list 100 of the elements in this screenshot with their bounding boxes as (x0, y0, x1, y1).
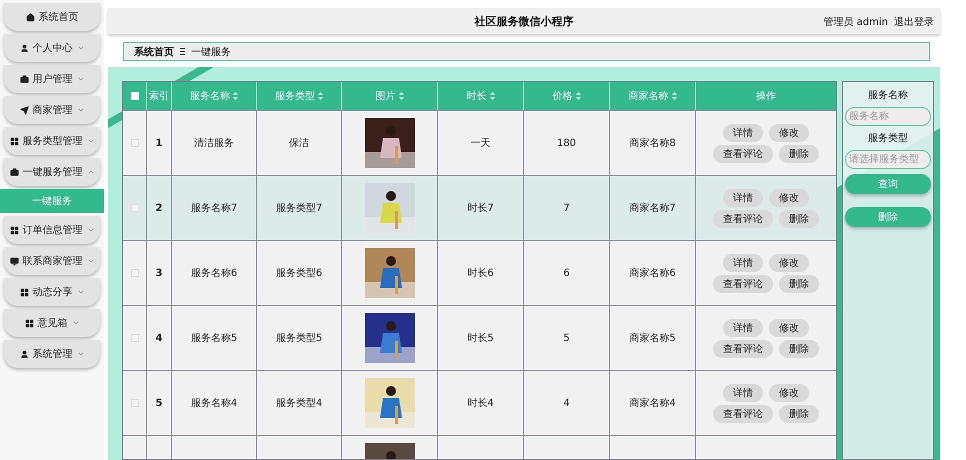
table-cell-text: 商家名称4 (629, 396, 676, 410)
chevron-down-icon (76, 106, 84, 114)
table-row[interactable]: 2 服务名称7 服务类型7 时长7 7 商家名称7 详情 修改 查看评论 删除 (123, 175, 836, 240)
breadcrumb-item[interactable]: 系统首页 (134, 44, 174, 58)
field-label: 服务名称 (868, 89, 908, 102)
sidebar-label: 服务类型管理 (22, 134, 82, 148)
action-button[interactable]: 查看评论 (713, 274, 773, 292)
action-button[interactable]: 查看评论 (713, 340, 773, 358)
table-cell-text: 服务名称4 (190, 397, 238, 410)
table-cell: 5 (156, 398, 162, 408)
sidebar-label: 意见箱 (38, 316, 68, 330)
sidebar-label: 系统首页 (38, 10, 78, 24)
table-cell-text: 商家名称8 (629, 136, 676, 150)
action-button[interactable]: 删除 (779, 404, 819, 422)
action-button[interactable]: 删除 (779, 210, 819, 228)
action-button[interactable]: 详情 (723, 188, 763, 206)
sidebar-item[interactable]: 个人中心 (4, 34, 100, 62)
action-button[interactable]: 查看评论 (713, 144, 773, 162)
column-header: 索引 (149, 90, 169, 103)
table-cell-text: 时长7 (467, 202, 494, 215)
table-cell: 5 (563, 332, 570, 344)
grid-icon (24, 318, 34, 328)
sidebar-item[interactable]: 订单信息管理 (4, 216, 100, 244)
table-cell-text: 清洁服务 (194, 136, 234, 150)
sidebar-label: 订单信息管理 (22, 224, 82, 237)
table-cell-text: 服务类型5 (276, 332, 322, 345)
sidebar-item[interactable]: 动态分享 (4, 278, 100, 306)
table-row[interactable]: 1 清洁服务 保洁 一天 180 商家名称8 详情 修改 查看评论 删除 (123, 110, 836, 175)
action-button[interactable]: 修改 (769, 254, 809, 272)
sidebar-label: 动态分享 (32, 286, 72, 299)
table-cell-text: 服务名称6 (190, 267, 238, 280)
sidebar-label: 系统管理 (32, 348, 72, 361)
table-cell: 4 (156, 332, 162, 344)
table-row[interactable]: 4 服务名称5 服务类型5 时长5 5 商家名称5 详情 修改 查看评论 删除 (123, 305, 836, 370)
table-cell-text: 商家名称5 (629, 332, 676, 345)
action-button[interactable]: 详情 (723, 384, 763, 402)
action-button[interactable]: 详情 (723, 318, 763, 336)
logout-link[interactable]: 退出登录 (894, 15, 934, 29)
table-cell-text: 服务类型7 (276, 202, 322, 215)
action-button[interactable]: 查看评论 (713, 210, 773, 228)
search-field[interactable]: 服务名称 (845, 107, 931, 126)
sidebar-label: 一键服务管理 (22, 166, 82, 179)
action-button[interactable]: 修改 (769, 384, 809, 402)
user-icon (20, 44, 28, 52)
action-button[interactable]: 修改 (769, 188, 809, 206)
chevron-down-icon (86, 257, 94, 265)
table-cell-text: 时长4 (467, 396, 494, 410)
sort-icon[interactable] (398, 92, 404, 100)
table-cell: 1 (156, 138, 162, 148)
sidebar-label: 商家管理 (32, 104, 72, 117)
chevron-up-icon (86, 168, 94, 176)
breadcrumb-item[interactable]: 一键服务 (191, 44, 231, 58)
separator-icon (180, 48, 185, 55)
sort-icon[interactable] (576, 92, 580, 100)
action-button[interactable]: 修改 (769, 124, 809, 142)
sidebar-item[interactable]: 用户管理 (4, 65, 100, 93)
sort-icon[interactable] (318, 92, 323, 100)
app-title: 社区服务微信小程序 (474, 14, 574, 28)
sidebar-item[interactable]: 联系商家管理 (4, 247, 100, 275)
sidebar-item[interactable]: 服务类型管理 (4, 127, 100, 155)
row-checkbox[interactable] (130, 204, 138, 212)
chevron-down-icon (76, 44, 84, 52)
grid-icon (10, 136, 18, 146)
action-button[interactable]: 删除 (779, 340, 819, 358)
table-cell: 2 (156, 202, 162, 214)
table-cell-text: 商家名称7 (629, 202, 676, 215)
sort-icon[interactable] (233, 92, 238, 100)
action-button[interactable]: 删除 (779, 144, 819, 162)
chevron-down-icon (72, 319, 80, 327)
table-row[interactable]: 5 服务名称4 服务类型4 时长4 4 商家名称4 详情 修改 查看评论 删除 (123, 370, 836, 435)
table-cell-text: 时长5 (467, 332, 494, 345)
sidebar-item[interactable]: 一键服务管理 (4, 158, 100, 186)
action-button[interactable]: 修改 (769, 318, 809, 336)
table-cell-text: 商家名称6 (629, 266, 676, 280)
chevron-down-icon (76, 75, 84, 83)
admin-label: 管理员 admin (823, 16, 888, 29)
briefcase-icon (20, 74, 28, 84)
home-icon (26, 12, 34, 22)
table-cell: 6 (563, 268, 570, 278)
monitor-icon (10, 256, 18, 266)
table-cell: 7 (563, 202, 570, 214)
column-header: 操作 (756, 90, 776, 103)
sidebar-item[interactable]: 商家管理 (4, 96, 100, 124)
table-cell: 4 (563, 398, 570, 408)
chevron-down-icon (76, 288, 84, 296)
action-button[interactable]: 删除 (779, 274, 819, 292)
sidebar-item[interactable]: 系统管理 (4, 340, 100, 368)
sidebar-label: 联系商家管理 (22, 254, 82, 268)
action-button[interactable]: 详情 (723, 124, 763, 142)
sort-icon[interactable] (490, 92, 494, 100)
table-row[interactable]: 3 服务名称6 服务类型6 时长6 6 商家名称6 详情 修改 查看评论 删除 (123, 240, 836, 305)
select-all-checkbox[interactable] (130, 92, 138, 100)
action-button[interactable]: 详情 (723, 254, 763, 272)
search-field[interactable]: 请选择服务类型 (845, 150, 931, 169)
action-button[interactable]: 查看评论 (713, 404, 773, 422)
sort-icon[interactable] (672, 92, 676, 100)
sidebar-item[interactable]: 系统首页 (4, 3, 100, 31)
sidebar-item[interactable]: 意见箱 (4, 309, 100, 337)
chevron-down-icon (86, 226, 94, 234)
table-cell: 180 (556, 138, 576, 148)
